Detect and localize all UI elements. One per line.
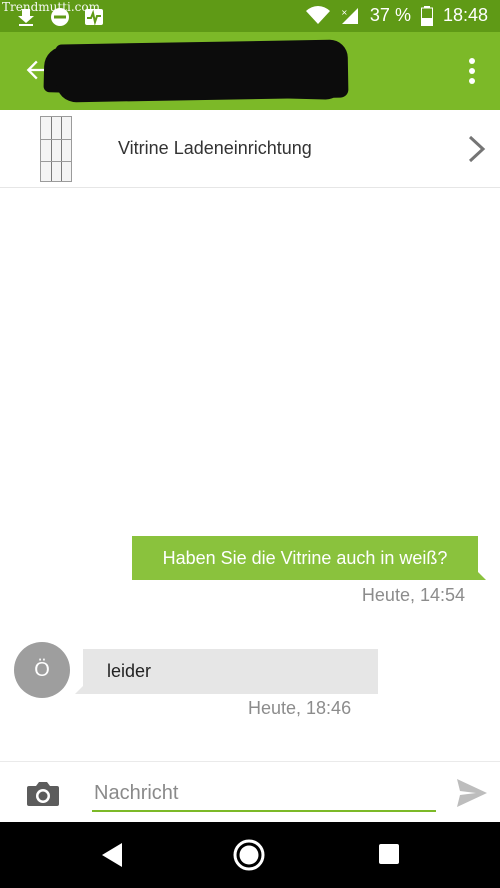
incoming-message-bubble: leider <box>75 649 378 694</box>
dnd-icon <box>51 8 69 26</box>
message-list: Haben Sie die Vitrine auch in weiß? Heut… <box>0 189 500 761</box>
navigation-bar <box>0 822 500 888</box>
product-thumbnail <box>40 116 72 182</box>
battery-percent: 37 % <box>369 5 411 25</box>
redacted-title <box>55 39 349 103</box>
compose-bar <box>0 761 500 822</box>
message-text: Haben Sie die Vitrine auch in weiß? <box>162 547 448 568</box>
status-right-icons: × 37 % 18:48 <box>305 5 488 26</box>
app-bar <box>0 32 500 110</box>
message-timestamp: Heute, 14:54 <box>361 585 465 605</box>
product-title: Vitrine Ladeneinrichtung <box>118 138 312 158</box>
signal-icon: × <box>341 7 358 24</box>
overflow-menu-icon[interactable] <box>468 58 476 84</box>
camera-icon[interactable] <box>26 780 60 808</box>
nav-home-icon[interactable] <box>233 839 265 871</box>
avatar[interactable]: Ö <box>14 642 70 698</box>
message-input[interactable] <box>92 776 436 812</box>
activity-icon <box>85 9 103 26</box>
download-icon <box>18 9 34 26</box>
message-timestamp: Heute, 18:46 <box>248 698 352 718</box>
nav-recents-icon[interactable] <box>379 844 399 864</box>
battery-icon <box>420 5 433 26</box>
clock: 18:48 <box>442 5 488 25</box>
outgoing-message-bubble: Haben Sie die Vitrine auch in weiß? <box>132 536 486 580</box>
svg-text:×: × <box>341 8 348 17</box>
nav-back-icon[interactable] <box>100 842 124 868</box>
chevron-right-icon <box>468 135 486 163</box>
status-left-icons <box>16 7 104 27</box>
avatar-initial: Ö <box>34 658 50 681</box>
send-icon[interactable] <box>456 778 488 808</box>
message-text: leider <box>107 661 152 681</box>
status-bar: Trendmutti.com × 37 % 18:48 <box>0 0 500 32</box>
product-row[interactable]: Vitrine Ladeneinrichtung <box>0 110 500 188</box>
wifi-icon <box>305 5 330 24</box>
